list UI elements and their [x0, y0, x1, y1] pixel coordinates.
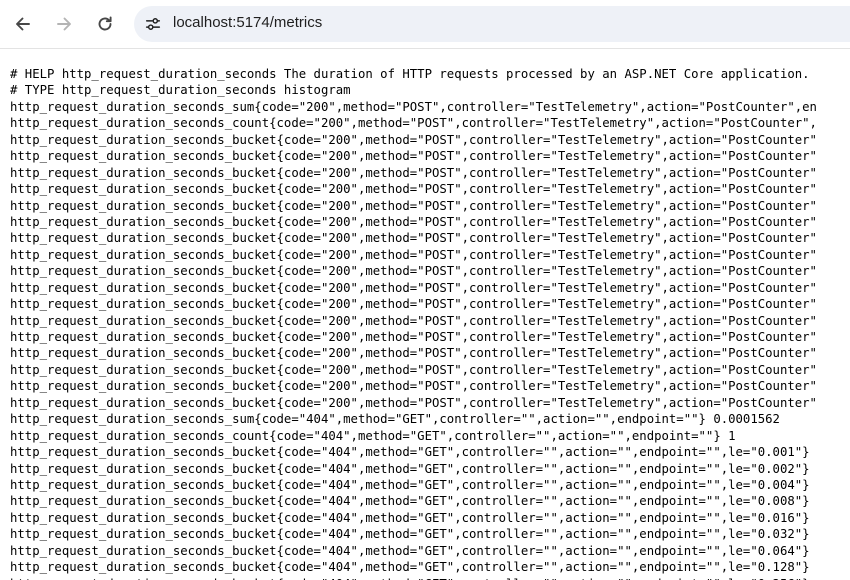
browser-toolbar: localhost:5174/metrics [0, 0, 850, 49]
metric-line: http_request_duration_seconds_bucket{cod… [10, 461, 810, 476]
metric-line: http_request_duration_seconds_bucket{cod… [10, 214, 817, 229]
metric-line: http_request_duration_seconds_sum{code="… [10, 412, 780, 427]
metric-line: http_request_duration_seconds_bucket{cod… [10, 297, 817, 312]
metric-line: http_request_duration_seconds_bucket{cod… [10, 132, 817, 147]
metric-line: http_request_duration_seconds_bucket{cod… [10, 330, 817, 344]
metric-line: http_request_duration_seconds_bucket{cod… [10, 445, 810, 460]
metric-line: http_request_duration_seconds_bucket{cod… [10, 560, 810, 575]
metric-line: http_request_duration_seconds_bucket{cod… [10, 198, 817, 213]
metric-line: # TYPE http_request_duration_seconds his… [10, 83, 351, 98]
metric-line: http_request_duration_seconds_bucket{cod… [10, 247, 817, 262]
site-info-button[interactable] [142, 13, 164, 35]
metric-line: http_request_duration_seconds_bucket{cod… [10, 379, 817, 394]
arrow-right-icon [57, 17, 71, 31]
address-bar[interactable]: localhost:5174/metrics [134, 6, 850, 42]
metric-line: http_request_duration_seconds_bucket{cod… [10, 346, 817, 361]
metric-line: http_request_duration_seconds_bucket{cod… [10, 477, 810, 492]
metrics-page-content: # HELP http_request_duration_seconds The… [10, 66, 850, 580]
metric-line: http_request_duration_seconds_bucket{cod… [10, 576, 850, 580]
metric-line: http_request_duration_seconds_bucket{cod… [10, 527, 810, 542]
metric-line: http_request_duration_seconds_bucket{cod… [10, 280, 817, 295]
tune-icon [145, 18, 161, 30]
metric-line: http_request_duration_seconds_sum{code="… [10, 99, 817, 114]
metric-line: # HELP http_request_duration_seconds The… [10, 67, 810, 81]
metric-line: http_request_duration_seconds_bucket{cod… [10, 182, 817, 197]
metric-line: http_request_duration_seconds_bucket{cod… [10, 362, 817, 377]
metric-line: http_request_duration_seconds_bucket{cod… [10, 494, 810, 509]
arrow-left-icon [16, 17, 30, 31]
url-text[interactable]: localhost:5174/metrics [173, 14, 322, 31]
metric-line: http_request_duration_seconds_bucket{cod… [10, 395, 817, 410]
reload-button[interactable] [91, 10, 119, 38]
metric-line: http_request_duration_seconds_bucket{cod… [10, 231, 817, 246]
forward-button[interactable] [50, 10, 78, 38]
back-button[interactable] [9, 10, 37, 38]
metric-line: http_request_duration_seconds_bucket{cod… [10, 510, 810, 525]
metric-line: http_request_duration_seconds_bucket{cod… [10, 149, 817, 164]
reload-icon [98, 16, 112, 31]
metric-line: http_request_duration_seconds_bucket{cod… [10, 264, 817, 279]
metric-line: http_request_duration_seconds_bucket{cod… [10, 313, 817, 328]
metric-line: http_request_duration_seconds_count{code… [10, 116, 817, 131]
metric-line: http_request_duration_seconds_count{code… [10, 428, 736, 443]
metric-line: http_request_duration_seconds_bucket{cod… [10, 165, 817, 180]
metric-line: http_request_duration_seconds_bucket{cod… [10, 543, 810, 558]
